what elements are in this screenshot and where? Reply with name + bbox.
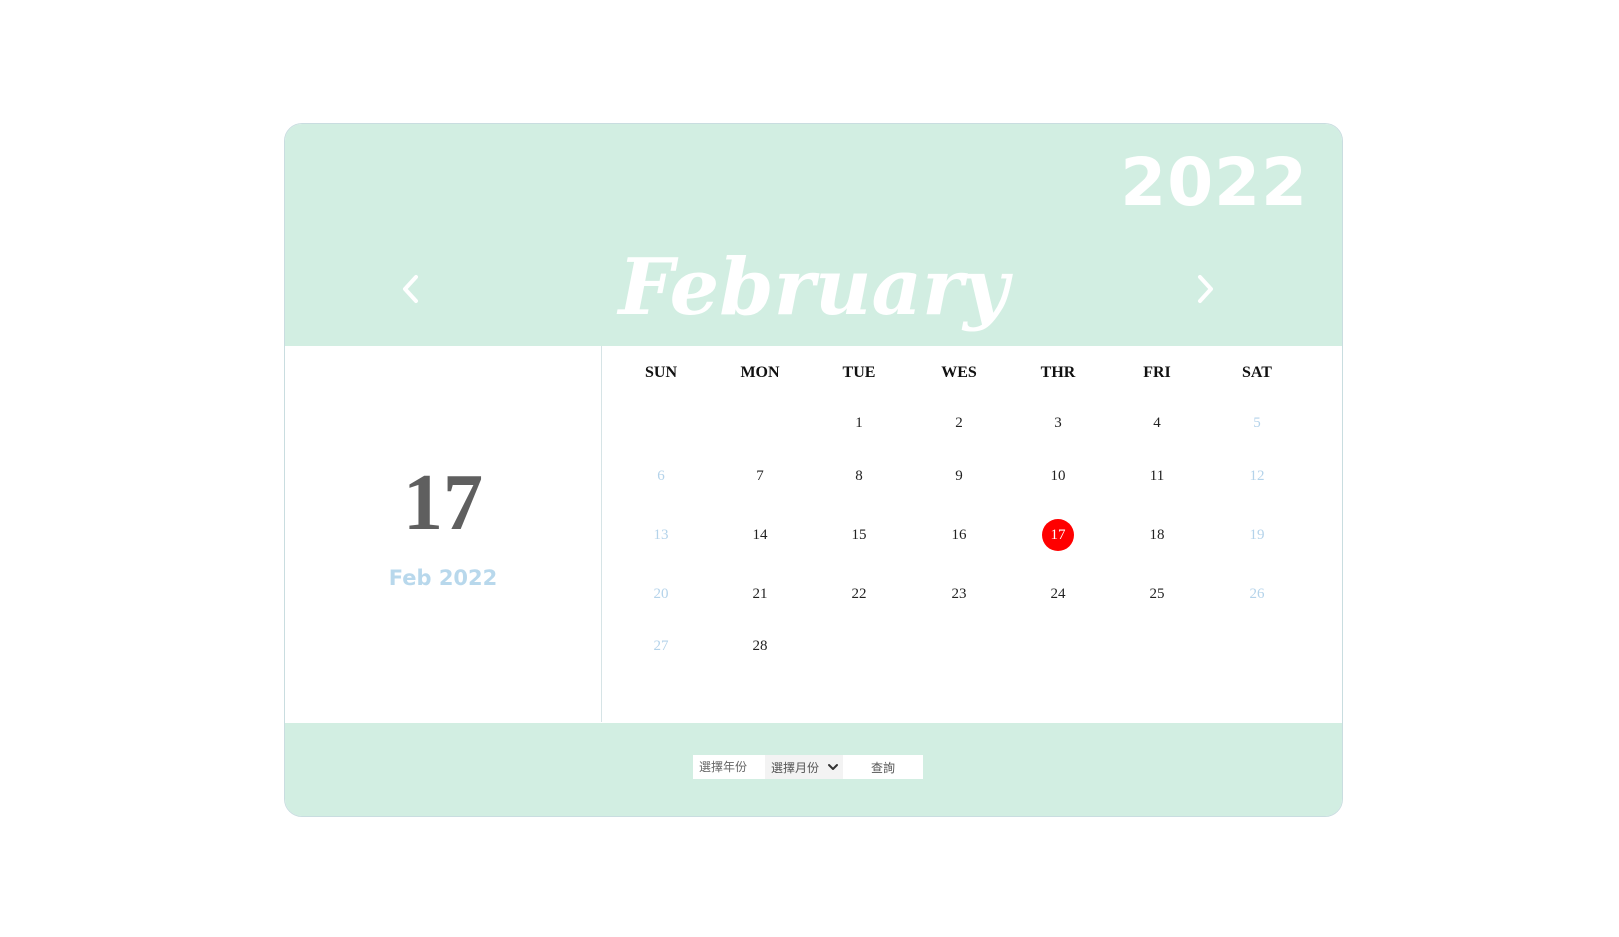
day-cell[interactable]: 20 [641, 578, 681, 610]
weekday-header: SUN [644, 364, 677, 381]
day-cell[interactable]: 16 [939, 519, 979, 551]
chevron-right-icon [1198, 275, 1213, 303]
month-select-label: 選擇月份 [771, 760, 820, 775]
next-month-button[interactable] [1185, 264, 1225, 314]
day-cell[interactable]: 5 [1237, 407, 1277, 439]
month-title: February [618, 242, 1009, 333]
date-query-controls: 選擇月份 查詢 [693, 755, 923, 779]
chevron-down-icon [828, 764, 838, 770]
calendar-header: 2022 February [285, 124, 1342, 346]
day-cell[interactable]: 6 [641, 460, 681, 492]
day-cell[interactable]: 13 [641, 519, 681, 551]
day-cell[interactable]: 23 [939, 578, 979, 610]
day-cell[interactable]: 22 [839, 578, 879, 610]
day-cell[interactable]: 8 [839, 460, 879, 492]
weekday-header: FRI [1143, 364, 1171, 381]
day-cell[interactable]: 26 [1237, 578, 1277, 610]
day-cell[interactable]: 3 [1038, 407, 1078, 439]
day-cell[interactable]: 9 [939, 460, 979, 492]
day-cell[interactable]: 28 [740, 630, 780, 662]
day-cell[interactable]: 27 [641, 630, 681, 662]
query-button[interactable]: 查詢 [843, 755, 923, 779]
year-input[interactable] [693, 755, 765, 779]
day-cell[interactable]: 21 [740, 578, 780, 610]
selected-month-year: Feb 2022 [388, 566, 498, 590]
weekday-header: MON [740, 364, 780, 381]
day-cell[interactable]: 1 [839, 407, 879, 439]
weekday-header: TUE [842, 364, 876, 381]
calendar-widget: 2022 February 17 Feb 2022 SUN MON TUE WES TH… [284, 123, 1343, 817]
day-cell[interactable]: 19 [1237, 519, 1277, 551]
day-cell[interactable]: 24 [1038, 578, 1078, 610]
year-title: 2022 [1120, 144, 1308, 221]
day-cell[interactable]: 4 [1137, 407, 1177, 439]
day-cell[interactable]: 18 [1137, 519, 1177, 551]
day-cell[interactable]: 25 [1137, 578, 1177, 610]
calendar-grid: SUN MON TUE WES THR FRI SAT 1 2 3 4 5 6 7 8 9 10 11 12 13 14… [602, 346, 1342, 722]
today-day-cell[interactable]: 17 [1042, 519, 1074, 551]
day-cell[interactable]: 2 [939, 407, 979, 439]
weekday-header: THR [1040, 364, 1076, 381]
day-cell[interactable]: 11 [1137, 460, 1177, 492]
day-cell[interactable]: 12 [1237, 460, 1277, 492]
day-cell[interactable]: 10 [1038, 460, 1078, 492]
selected-day-number: 17 [403, 459, 483, 547]
calendar-footer: 選擇月份 查詢 [285, 723, 1342, 816]
day-cell[interactable]: 14 [740, 519, 780, 551]
month-select[interactable]: 選擇月份 [765, 755, 843, 779]
day-cell[interactable]: 7 [740, 460, 780, 492]
weekday-header: WES [941, 364, 977, 381]
selected-date-panel: 17 Feb 2022 [285, 346, 602, 722]
weekday-header: SAT [1242, 364, 1272, 381]
day-cell[interactable]: 15 [839, 519, 879, 551]
